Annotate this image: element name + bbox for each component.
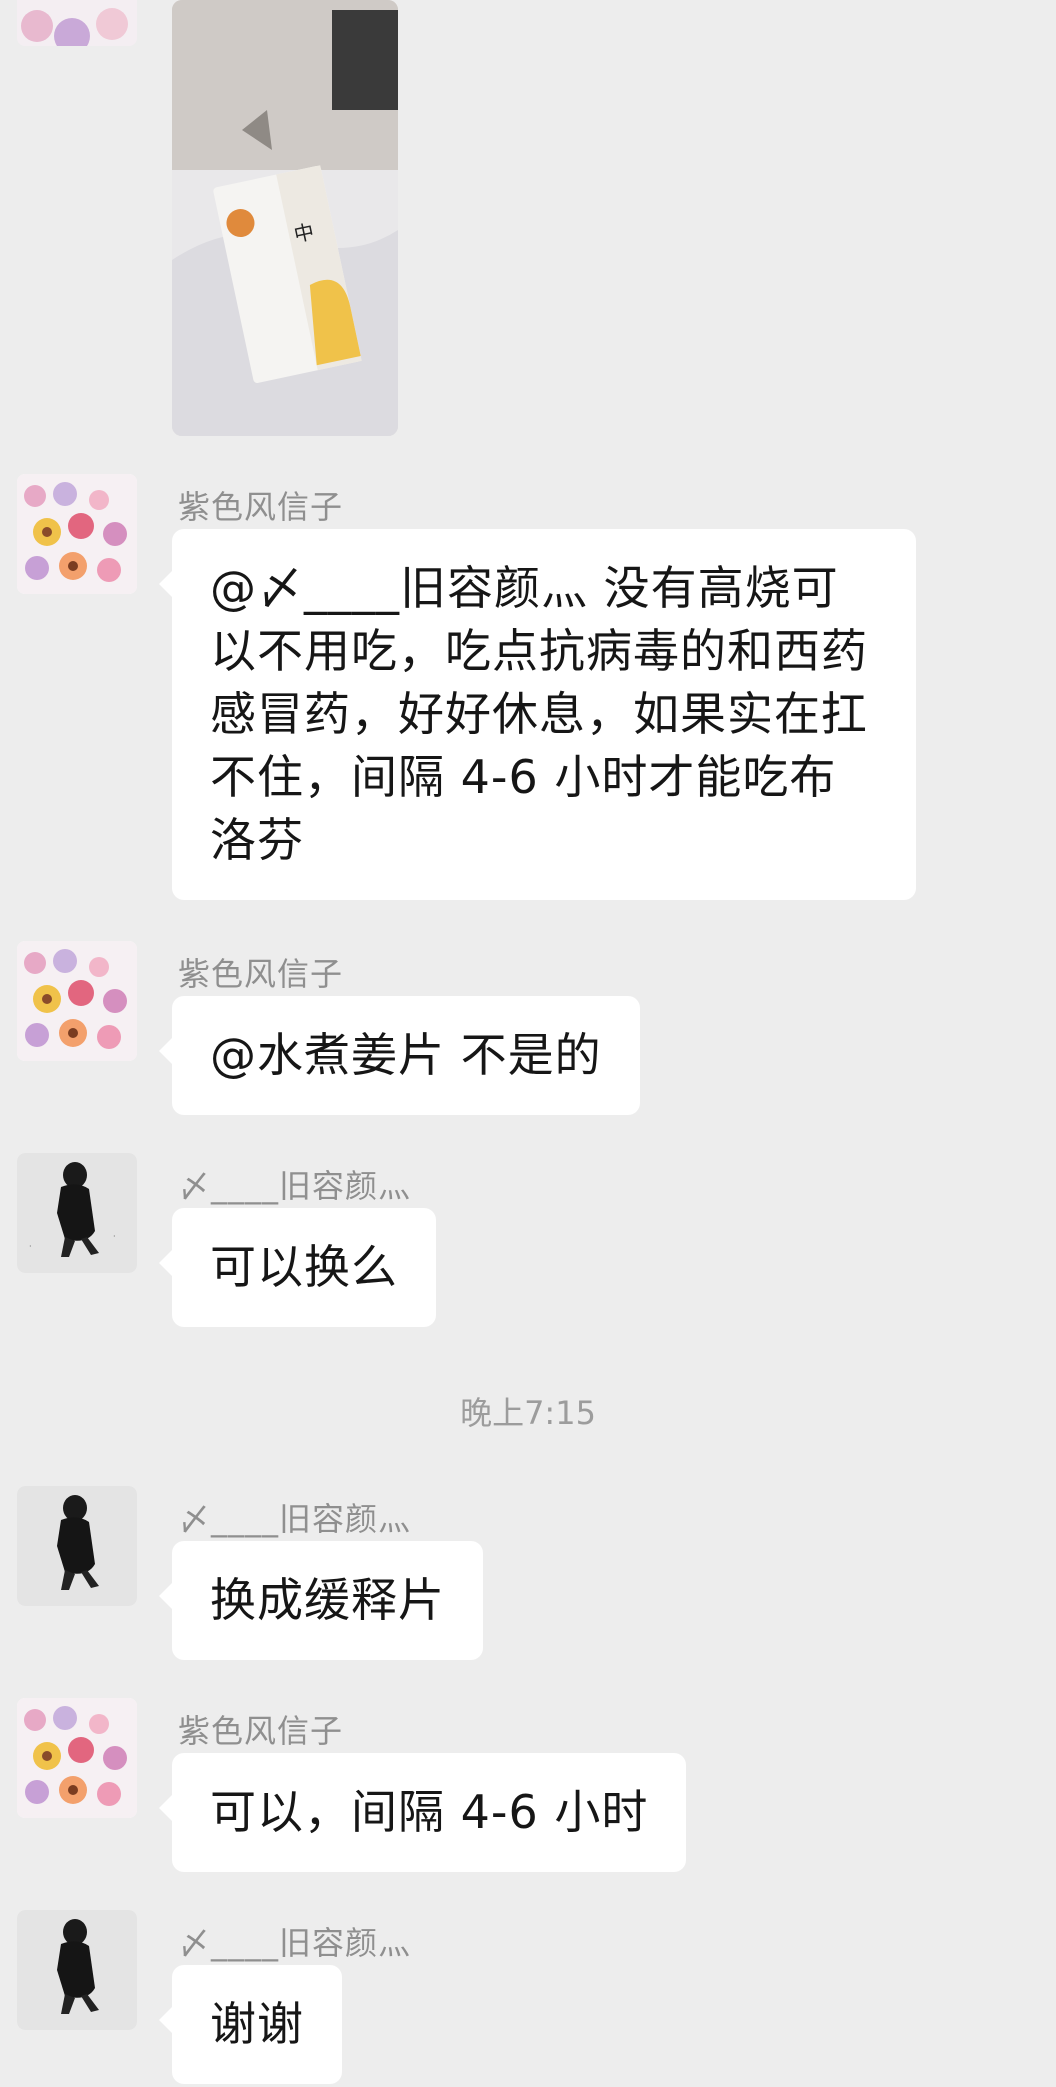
sender-name: 〆____旧容颜灬 — [178, 1500, 412, 1538]
svg-text:·: · — [29, 1242, 32, 1251]
svg-text:·: · — [113, 1232, 116, 1241]
sender-name: 〆____旧容颜灬 — [178, 1167, 412, 1205]
black-figure-avatar[interactable]: · · — [17, 1153, 137, 1273]
flower-avatar[interactable] — [17, 0, 137, 46]
shared-photo[interactable]: 中 — [172, 0, 398, 436]
message-bubble[interactable]: @水煮姜片 不是的 — [159, 996, 640, 1115]
sender-name: 〆____旧容颜灬 — [178, 1924, 412, 1962]
timestamp-divider: 晚上7:15 — [460, 1394, 596, 1432]
flower-avatar[interactable] — [17, 474, 137, 594]
flower-avatar[interactable] — [17, 1698, 137, 1818]
message-bubble[interactable]: 换成缓释片 — [159, 1541, 483, 1660]
flower-avatar[interactable] — [17, 941, 137, 1061]
chat-thread: 中 紫色风信子 @〆____旧容颜灬 没有高烧可以不用吃，吃点抗病毒的和西药感冒… — [0, 0, 1056, 2087]
black-figure-avatar[interactable] — [17, 1910, 137, 2030]
sender-name: 紫色风信子 — [178, 1712, 344, 1750]
message-bubble[interactable]: 可以，间隔 4-6 小时 — [158, 1753, 687, 1872]
sender-name: 紫色风信子 — [178, 955, 344, 993]
sender-name: 紫色风信子 — [178, 488, 344, 526]
message-bubble[interactable]: 可以换么 — [159, 1208, 436, 1327]
message-bubble[interactable]: @〆____旧容颜灬 没有高烧可以不用吃，吃点抗病毒的和西药感冒药，好好休息，如… — [159, 529, 916, 900]
message-bubble[interactable]: 谢谢 — [159, 1965, 342, 2084]
black-figure-avatar[interactable] — [17, 1486, 137, 1606]
